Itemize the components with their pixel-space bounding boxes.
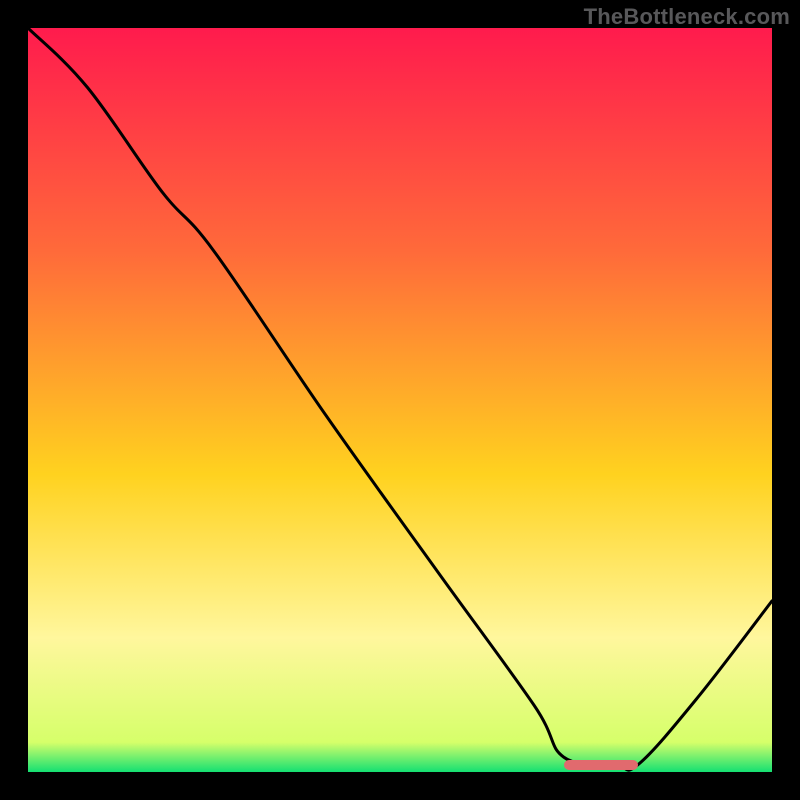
curve-layer — [28, 28, 772, 772]
plot-area — [28, 28, 772, 772]
chart-frame: TheBottleneck.com — [0, 0, 800, 800]
watermark-text: TheBottleneck.com — [584, 4, 790, 30]
bottleneck-curve — [28, 28, 772, 770]
optimal-region-marker — [564, 760, 638, 770]
